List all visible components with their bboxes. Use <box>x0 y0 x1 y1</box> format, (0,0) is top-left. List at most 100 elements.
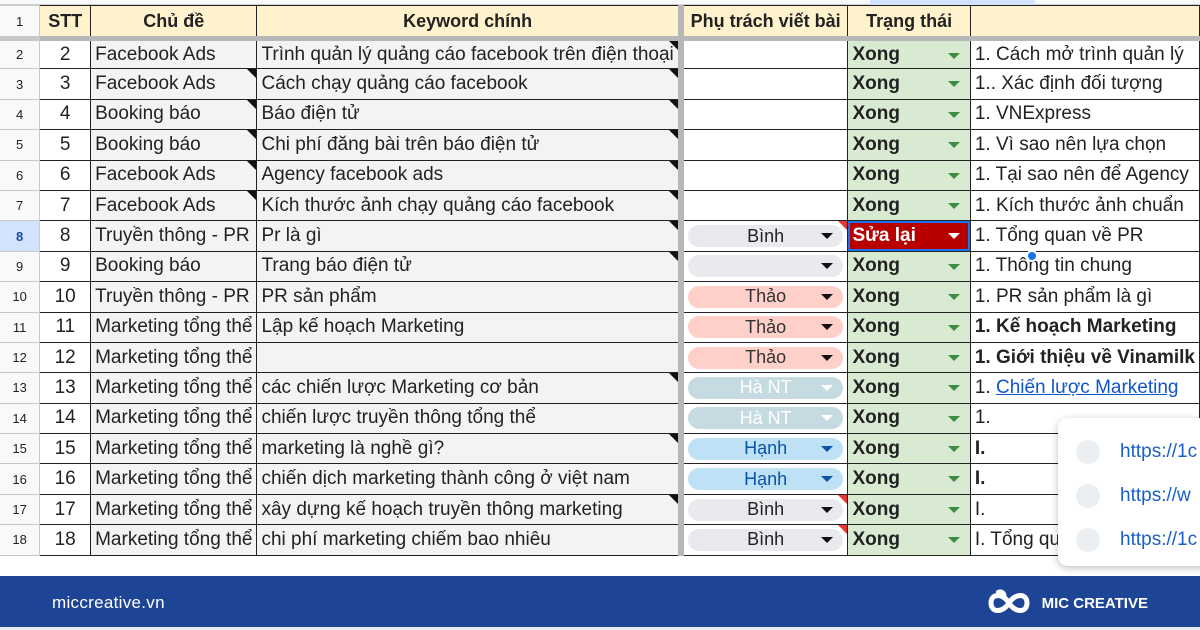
dropdown-arrow-icon[interactable] <box>947 354 960 361</box>
keyword-cell[interactable]: chiến dịch marketing thành công ở việt n… <box>256 463 684 495</box>
owner-cell[interactable] <box>680 159 849 191</box>
keyword-cell[interactable]: Trang báo điện tử <box>256 250 684 283</box>
stt-cell[interactable]: 12 <box>39 341 92 374</box>
keyword-cell[interactable]: Cách chạy quảng cáo facebook <box>256 68 684 100</box>
topic-cell[interactable]: Marketing tổng thể <box>90 372 258 404</box>
row-number[interactable]: 1 <box>0 5 41 41</box>
status-cell[interactable]: Xong <box>847 250 971 283</box>
dropdown-arrow-icon[interactable] <box>947 537 960 544</box>
dropdown-arrow-icon[interactable] <box>947 172 960 179</box>
stt-cell[interactable]: 15 <box>39 433 92 465</box>
row-number[interactable]: 14 <box>0 402 41 435</box>
owner-cell[interactable]: Bình <box>680 493 849 526</box>
owner-chip[interactable]: Hà NT <box>687 376 844 399</box>
row-number[interactable]: 3 <box>0 68 41 100</box>
stt-cell[interactable]: 2 <box>39 37 92 70</box>
outline-cell[interactable]: 1.. Xác định đối tượng <box>969 68 1200 100</box>
owner-chip[interactable] <box>687 255 844 278</box>
stt-cell[interactable]: 16 <box>39 463 92 495</box>
outline-cell[interactable]: 1. Chiến lược Marketing <box>969 372 1200 404</box>
keyword-cell[interactable]: Lập kế hoạch Marketing <box>256 311 684 343</box>
status-cell[interactable]: Xong <box>847 372 971 404</box>
stt-cell[interactable]: 13 <box>39 372 92 404</box>
keyword-cell[interactable]: Kích thước ảnh chạy quảng cáo facebook <box>256 189 684 222</box>
stt-cell[interactable]: 14 <box>39 402 92 435</box>
owner-chip[interactable]: Bình <box>687 528 844 551</box>
owner-chip[interactable]: Thảo <box>687 346 844 369</box>
stt-cell[interactable]: 8 <box>39 220 92 252</box>
keyword-cell[interactable]: chi phí marketing chiếm bao nhiêu <box>256 524 684 556</box>
row-number[interactable]: 18 <box>0 524 41 556</box>
topic-cell[interactable]: Booking báo <box>90 129 258 161</box>
keyword-cell[interactable]: các chiến lược Marketing cơ bản <box>256 372 684 404</box>
owner-chip[interactable]: Bình <box>687 225 844 248</box>
stt-cell[interactable]: 5 <box>39 129 92 161</box>
dropdown-arrow-icon[interactable] <box>947 446 960 453</box>
topic-cell[interactable]: Marketing tổng thể <box>90 402 258 435</box>
topic-cell[interactable]: Marketing tổng thể <box>90 463 258 495</box>
status-cell[interactable]: Xong <box>847 129 971 161</box>
row-number[interactable]: 10 <box>0 281 41 313</box>
link-suggestion-item[interactable]: https://w <box>1058 474 1200 518</box>
owner-cell[interactable]: Thảo <box>680 341 849 374</box>
row-number[interactable]: 8 <box>0 220 41 252</box>
status-cell[interactable]: Xong <box>847 98 971 131</box>
status-cell[interactable]: Xong <box>847 402 971 435</box>
row-number[interactable]: 17 <box>0 493 41 526</box>
topic-cell[interactable]: Marketing tổng thể <box>90 524 258 556</box>
topic-cell[interactable]: Booking báo <box>90 98 258 131</box>
row-number[interactable]: 13 <box>0 372 41 404</box>
outline-cell[interactable]: 1. Tổng quan về PR <box>969 220 1200 252</box>
header-outline[interactable] <box>969 5 1200 41</box>
row-number[interactable]: 4 <box>0 98 41 131</box>
row-number[interactable]: 15 <box>0 433 41 465</box>
owner-chip[interactable]: Hạnh <box>687 437 844 460</box>
topic-cell[interactable]: Marketing tổng thể <box>90 433 258 465</box>
keyword-cell[interactable]: Chi phí đăng bài trên báo điện tử <box>256 129 684 161</box>
link-suggestion-item[interactable]: https://1c <box>1058 518 1200 562</box>
row-number[interactable]: 16 <box>0 463 41 495</box>
selection-fill-handle[interactable] <box>1026 250 1038 262</box>
keyword-cell[interactable]: chiến lược truyền thông tổng thể <box>256 402 684 435</box>
topic-cell[interactable]: Marketing tổng thể <box>90 493 258 526</box>
header-owner[interactable]: Phụ trách viết bài <box>680 5 849 41</box>
owner-chip[interactable]: Thảo <box>687 316 844 339</box>
owner-cell[interactable] <box>680 68 849 100</box>
topic-cell[interactable]: Marketing tổng thể <box>90 341 258 374</box>
outline-cell[interactable]: 1. Cách mở trình quản lý <box>969 37 1200 70</box>
stt-cell[interactable]: 7 <box>39 189 92 222</box>
topic-cell[interactable]: Facebook Ads <box>90 189 258 222</box>
outline-cell[interactable]: 1. Kế hoạch Marketing <box>969 311 1200 343</box>
owner-cell[interactable]: Hạnh <box>680 463 849 495</box>
dropdown-arrow-icon[interactable] <box>947 53 960 59</box>
stt-cell[interactable]: 17 <box>39 493 92 526</box>
dropdown-arrow-icon[interactable] <box>947 324 960 331</box>
status-cell[interactable]: Xong <box>847 524 971 556</box>
outline-cell[interactable]: 1. Tại sao nên để Agency <box>969 159 1200 191</box>
topic-cell[interactable]: Booking báo <box>90 250 258 283</box>
topic-cell[interactable]: Facebook Ads <box>90 159 258 191</box>
dropdown-arrow-icon[interactable] <box>947 142 960 149</box>
topic-cell[interactable]: Marketing tổng thể <box>90 311 258 343</box>
owner-cell[interactable]: Thảo <box>680 311 849 343</box>
header-status[interactable]: Trạng thái <box>847 5 971 41</box>
dropdown-arrow-icon[interactable] <box>947 111 960 118</box>
owner-cell[interactable] <box>680 129 849 161</box>
owner-cell[interactable]: Bình <box>680 524 849 556</box>
status-cell[interactable]: Xong <box>847 37 971 70</box>
status-cell[interactable]: Xong <box>847 68 971 100</box>
keyword-cell[interactable]: Agency facebook ads <box>256 159 684 191</box>
stt-cell[interactable]: 3 <box>39 68 92 100</box>
header-topic[interactable]: Chủ đề <box>90 5 258 41</box>
stt-cell[interactable]: 18 <box>39 524 92 556</box>
topic-cell[interactable]: Facebook Ads <box>90 68 258 100</box>
owner-chip[interactable]: Hạnh <box>687 468 844 491</box>
header-stt[interactable]: STT <box>39 5 92 41</box>
row-number[interactable]: 9 <box>0 250 41 283</box>
owner-cell[interactable]: Hà NT <box>680 402 849 435</box>
dropdown-arrow-icon[interactable] <box>947 233 960 240</box>
keyword-cell[interactable]: xây dựng kế hoạch truyền thông marketing <box>256 493 684 526</box>
row-number[interactable]: 12 <box>0 341 41 374</box>
dropdown-arrow-icon[interactable] <box>947 263 960 270</box>
topic-cell[interactable]: Truyền thông - PR <box>90 281 258 313</box>
